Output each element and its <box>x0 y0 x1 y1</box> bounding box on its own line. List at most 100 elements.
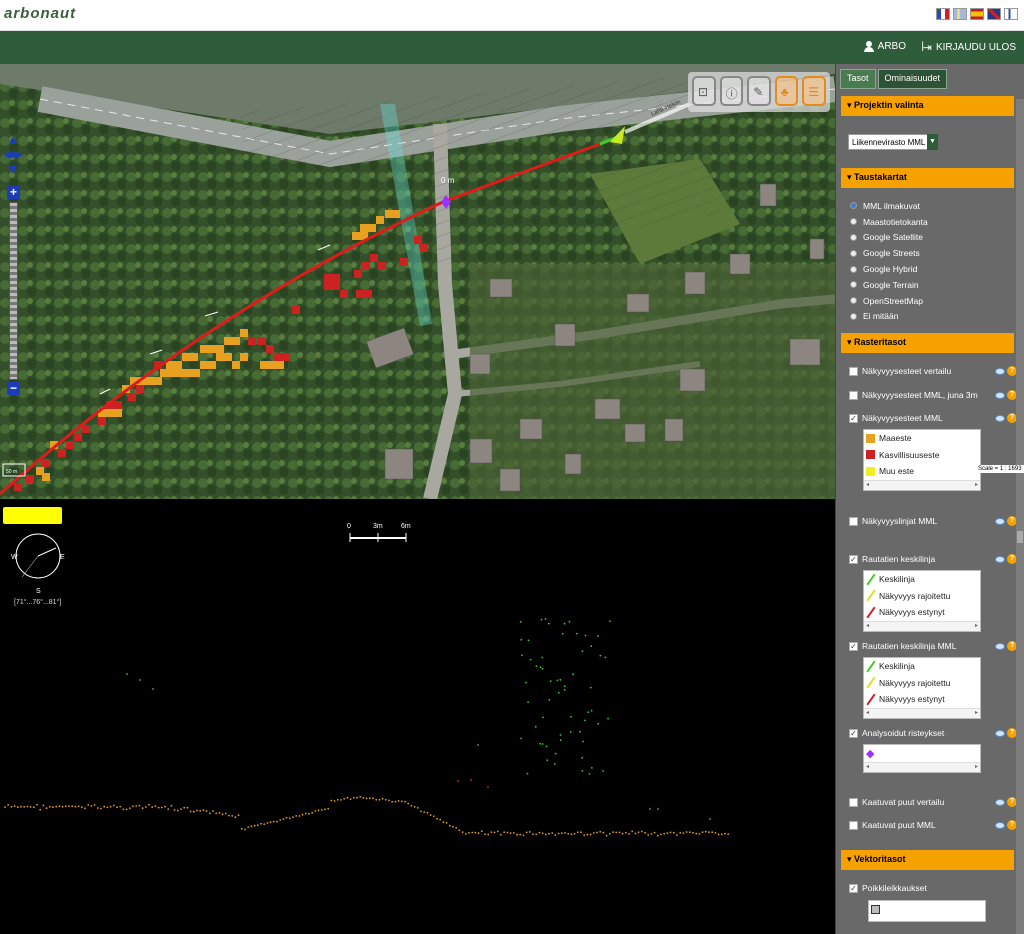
background-option[interactable]: Google Terrain <box>850 277 928 293</box>
cloud-point <box>637 831 640 834</box>
list-button[interactable]: ☰ <box>802 76 826 106</box>
background-section-header[interactable]: Taustakartat <box>841 168 1014 188</box>
layer-checkbox-checked[interactable]: ✓ <box>849 728 858 738</box>
cloud-point <box>176 809 179 812</box>
layer-checkbox-checked[interactable]: ✓ <box>849 883 858 893</box>
cloud-point <box>549 680 552 682</box>
eye-icon[interactable] <box>995 414 1005 422</box>
cloud-point <box>269 821 272 823</box>
zoom-out-button[interactable]: − <box>7 382 20 395</box>
scrollbar-grip[interactable] <box>1017 531 1023 543</box>
cloud-point <box>572 673 574 676</box>
radio <box>850 312 857 320</box>
layer-row[interactable]: Näkyvyyslinjat MML ? <box>849 514 1017 528</box>
layer-checkbox-checked[interactable]: ✓ <box>849 641 858 651</box>
background-option[interactable]: Google Streets <box>850 245 928 261</box>
scale-label: Scale = 1 : 1693 <box>976 465 1024 473</box>
cloud-point <box>192 810 195 813</box>
cloud-point <box>77 805 80 808</box>
legend-scrollbar[interactable]: ◂ ▸ <box>864 761 980 772</box>
draw-button[interactable]: ✎ <box>747 76 771 106</box>
logout-button[interactable]: ⇥ KIRJAUDU ULOS <box>923 41 1016 54</box>
pan-control[interactable] <box>3 136 23 174</box>
focus-icon: ⊡ <box>698 85 709 99</box>
layer-row[interactable]: Kaatuvat puut MML ? <box>849 818 1017 832</box>
cloud-point <box>311 811 314 814</box>
background-option[interactable]: Maastotietokanta <box>850 214 928 230</box>
tab-properties[interactable]: Ominaisuudet <box>877 69 948 89</box>
legend-scrollbar[interactable]: ◂ ▸ <box>864 620 980 631</box>
cloud-point <box>567 832 570 835</box>
layer-checkbox-checked[interactable]: ✓ <box>849 413 858 423</box>
layer-row[interactable]: ✓ Rautatien keskilinja MML ? <box>849 639 1017 653</box>
projection-section-header[interactable]: Projektin valinta <box>841 96 1014 116</box>
layer-row[interactable]: Näkyvyysesteet vertailu ? <box>849 364 1017 378</box>
tree-tool-button[interactable]: ♣ <box>774 76 799 106</box>
cloud-point <box>570 715 572 718</box>
user-menu[interactable]: ARBO <box>863 41 906 52</box>
layer-row[interactable]: ✓ Rautatien keskilinja ? <box>849 552 1017 566</box>
layer-row[interactable]: ✓ Poikkileikkaukset <box>849 881 1017 895</box>
background-option[interactable]: OpenStreetMap <box>850 293 928 309</box>
cloud-point <box>660 833 662 836</box>
layer-row[interactable]: Kaatuvat puut vertailu ? <box>849 795 1017 809</box>
legend-scrollbar[interactable]: ◂ ▸ <box>864 707 980 718</box>
background-option[interactable]: Google Hybrid <box>850 261 928 277</box>
app-logo[interactable]: arbonaut <box>4 5 76 22</box>
zoom-controls: + − <box>3 136 23 398</box>
eye-icon[interactable] <box>995 555 1005 563</box>
cloud-point <box>647 834 650 836</box>
layer-checkbox-checked[interactable]: ✓ <box>849 554 858 564</box>
layer-checkbox[interactable] <box>849 797 858 807</box>
zoom-in-button[interactable]: + <box>7 186 20 199</box>
layer-row[interactable]: Näkyvyysesteet MML, juna 3m ? <box>849 388 1017 402</box>
flag-france-icon[interactable] <box>936 8 950 20</box>
eye-icon[interactable] <box>995 517 1005 525</box>
cloud-point <box>61 805 64 808</box>
eye-icon[interactable] <box>995 642 1005 650</box>
raster-section-header[interactable]: Rasteritasot <box>841 333 1014 353</box>
tab-layers[interactable]: Tasot <box>840 69 876 89</box>
eye-icon[interactable] <box>995 391 1005 399</box>
map-view[interactable]: 0 m Lahti-Helsin 50 m + − ⊡ ⓘ ✎ ♣ ☰ <box>0 64 835 499</box>
background-option[interactable]: MML ilmakuvat <box>850 198 928 214</box>
layer-checkbox[interactable] <box>849 516 858 526</box>
flag-finland-icon[interactable] <box>1004 8 1018 20</box>
cloud-point <box>538 831 541 834</box>
cloud-point <box>152 688 154 690</box>
cloud-point <box>202 809 205 812</box>
profile-view[interactable]: W E S 0 3m 6m [71°...76°...81°] <box>0 499 835 934</box>
eye-icon[interactable] <box>995 367 1005 375</box>
eye-icon[interactable] <box>995 729 1005 737</box>
layer-checkbox[interactable] <box>849 820 858 830</box>
cloud-point <box>596 831 598 834</box>
legend-label: Keskilinja <box>879 574 915 585</box>
flag-uk-icon[interactable] <box>987 8 1001 20</box>
cloud-point <box>579 730 581 733</box>
flag-sweden-icon[interactable] <box>953 8 967 20</box>
legend-scrollbar[interactable]: ◂ ▸ <box>864 479 980 490</box>
panel-scrollbar[interactable] <box>1016 99 1024 934</box>
cloud-point <box>93 804 96 806</box>
vector-section-header[interactable]: Vektoritasot <box>841 850 1014 870</box>
background-option[interactable]: Google Satellite <box>850 230 928 246</box>
list-icon: ☰ <box>808 85 820 99</box>
layer-checkbox[interactable] <box>849 390 858 400</box>
info-button[interactable]: ⓘ <box>719 76 744 106</box>
cloud-point <box>535 833 538 836</box>
eye-icon[interactable] <box>995 821 1005 829</box>
layer-row[interactable]: ✓ Analysoidut risteykset ? <box>849 726 1017 740</box>
fit-view-button[interactable]: ⊡ <box>692 76 716 106</box>
layer-checkbox[interactable] <box>849 366 858 376</box>
layer-row[interactable]: ✓ Näkyvyysesteet MML ? <box>849 411 1017 425</box>
eye-icon[interactable] <box>995 798 1005 806</box>
radio <box>850 297 857 305</box>
cloud-point <box>420 810 422 813</box>
background-option[interactable]: Ei mitään <box>850 309 928 325</box>
zoom-slider[interactable] <box>9 202 18 380</box>
projection-select[interactable]: Liikennevirasto MML ▼ <box>848 134 938 150</box>
flag-spain-icon[interactable] <box>970 8 984 20</box>
cloud-point <box>584 634 587 637</box>
cloud-point <box>224 812 227 815</box>
cloud-point <box>569 731 572 733</box>
